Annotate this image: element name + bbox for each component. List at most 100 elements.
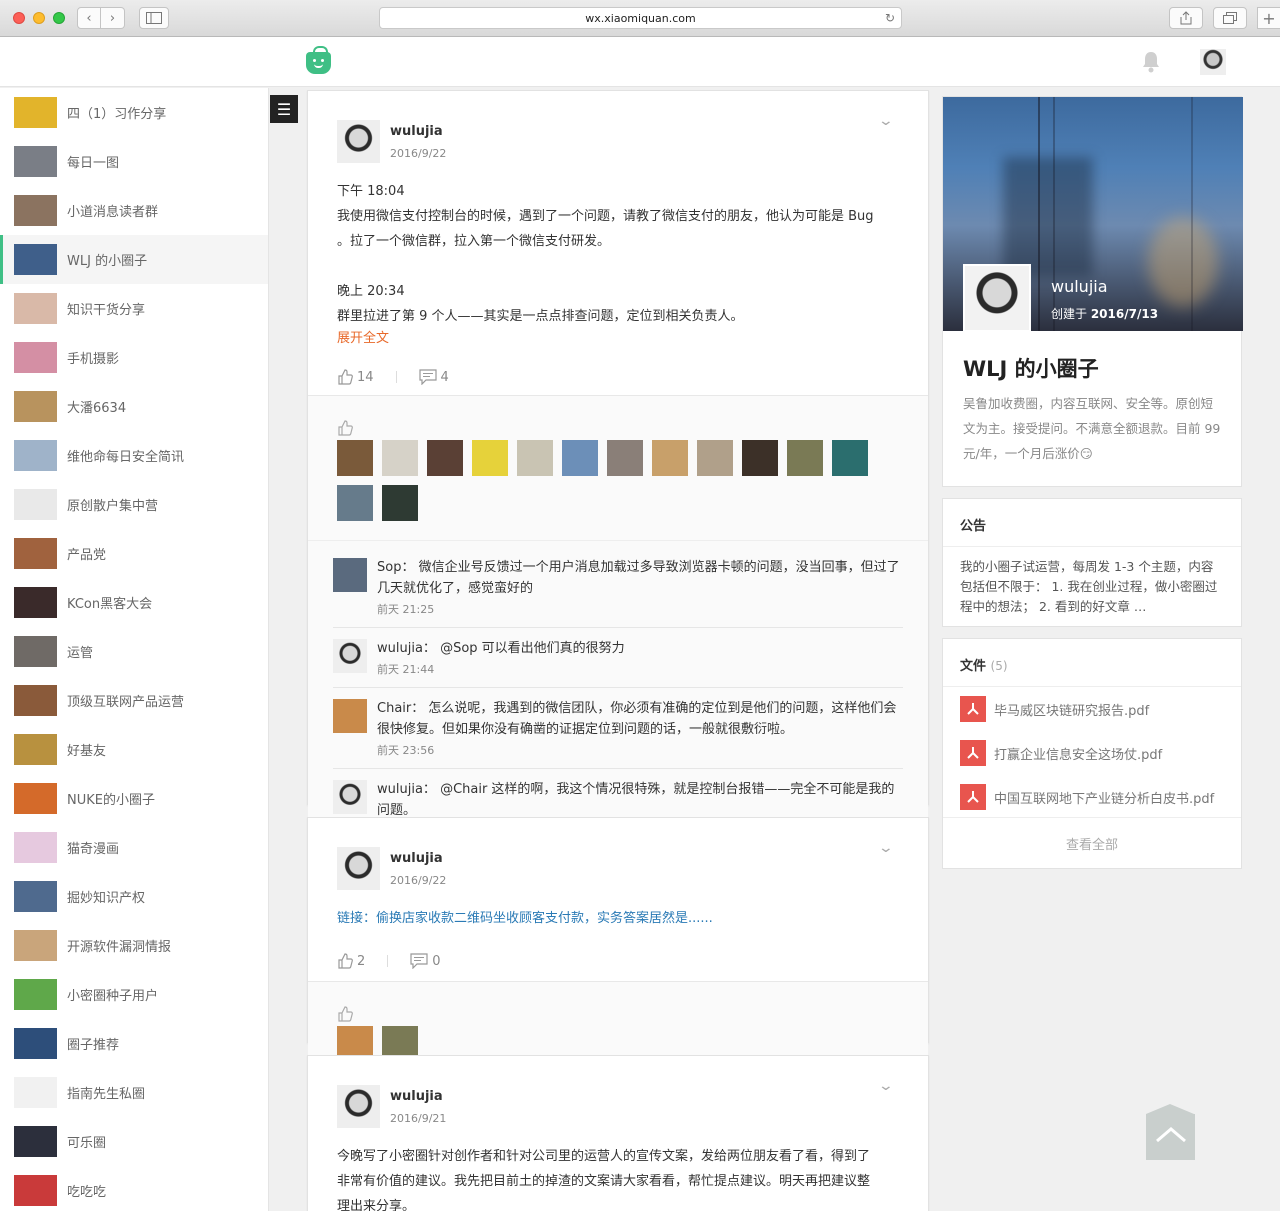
- owner-name[interactable]: wulujia: [1051, 277, 1108, 296]
- bell-icon[interactable]: [1140, 50, 1162, 74]
- file-item[interactable]: 打赢企业信息安全这场仗.pdf: [943, 731, 1241, 775]
- sidebar-item-label: 原创散户集中营: [67, 499, 159, 514]
- user-avatar[interactable]: [1200, 49, 1226, 75]
- new-tab-button[interactable]: +: [1257, 7, 1280, 29]
- comment-time: 前天 23:56: [377, 744, 435, 757]
- sidebar-item[interactable]: 小密圈种子用户: [0, 970, 268, 1019]
- group-profile-card: wulujia 创建于 2016/7/13 WLJ 的小圈子 吴鲁加收费圈，内容…: [942, 96, 1243, 487]
- sidebar-item[interactable]: 维他命每日安全简讯: [0, 431, 268, 480]
- sidebar-item[interactable]: 掘妙知识产权: [0, 872, 268, 921]
- sidebar-item[interactable]: 产品党: [0, 529, 268, 578]
- sidebar-item[interactable]: 开源软件漏洞情报: [0, 921, 268, 970]
- post-header: wulujia 2016/9/21 ⌄: [308, 1056, 928, 1136]
- group-thumbnail: [14, 538, 57, 569]
- notice-text[interactable]: 我的小圈子试运营，每周发 1-3 个主题，内容包括但不限于： 1. 我在创业过程…: [943, 547, 1241, 615]
- group-thumbnail: [14, 146, 57, 177]
- file-item[interactable]: 毕马威区块链研究报告.pdf: [943, 687, 1241, 731]
- liker-avatar[interactable]: [652, 440, 688, 476]
- commenter-avatar[interactable]: [333, 780, 367, 814]
- comment-button[interactable]: 4: [418, 369, 449, 385]
- address-bar[interactable]: wx.xiaomiquan.com ↻: [379, 7, 902, 29]
- comment-button[interactable]: 0: [410, 953, 441, 969]
- sidebar-toggle-button[interactable]: [139, 7, 169, 29]
- commenter-avatar[interactable]: [333, 639, 367, 673]
- liker-avatar[interactable]: [517, 440, 553, 476]
- sidebar-item[interactable]: 手机摄影: [0, 333, 268, 382]
- like-button[interactable]: 14: [337, 369, 374, 385]
- comment-body: 怎么说呢，我遇到的微信团队，你必须有准确的定位到是他们的问题，这样他们会很快修复…: [377, 701, 897, 737]
- post-line: 下午 18:04: [337, 184, 405, 199]
- sidebar-item[interactable]: 四（1）习作分享: [0, 88, 268, 137]
- show-tabs-button[interactable]: [1213, 7, 1247, 29]
- liker-avatar[interactable]: [382, 485, 418, 521]
- sidebar-item[interactable]: 顶级互联网产品运营: [0, 676, 268, 725]
- commenter-name[interactable]: wulujia: [377, 782, 423, 797]
- post-author[interactable]: wulujia: [390, 124, 443, 139]
- sidebar-item-label: KCon黑客大会: [67, 597, 153, 612]
- expand-full-text-link[interactable]: 展开全文: [337, 329, 899, 349]
- logo-icon[interactable]: [306, 46, 331, 74]
- post-card: wulujia 2016/9/22 ⌄ 链接：偷换店家收款二维码坐收顾客支付款，…: [307, 817, 929, 1081]
- close-window-button[interactable]: [13, 12, 25, 24]
- post-header: wulujia 2016/9/22 ⌄: [308, 818, 928, 898]
- group-thumbnail: [14, 1077, 57, 1108]
- sidebar-item[interactable]: 吃吃吃: [0, 1166, 268, 1211]
- liker-avatar[interactable]: [607, 440, 643, 476]
- post-line: 理出来分享。: [337, 1199, 416, 1211]
- sidebar-item[interactable]: 可乐圈: [0, 1117, 268, 1166]
- chevron-down-icon[interactable]: ⌄: [878, 840, 894, 856]
- liker-avatar[interactable]: [832, 440, 868, 476]
- sidebar-item[interactable]: 知识干货分享: [0, 284, 268, 333]
- zoom-window-button[interactable]: [53, 12, 65, 24]
- post-author[interactable]: wulujia: [390, 851, 443, 866]
- reload-icon[interactable]: ↻: [885, 11, 895, 25]
- commenter-name[interactable]: wulujia: [377, 641, 423, 656]
- shared-link[interactable]: 链接：偷换店家收款二维码坐收顾客支付款，实务答案居然是......: [337, 906, 899, 931]
- sidebar-item[interactable]: KCon黑客大会: [0, 578, 268, 627]
- file-item[interactable]: 中国互联网地下产业链分析白皮书.pdf: [943, 775, 1241, 819]
- author-avatar[interactable]: [337, 120, 380, 163]
- liker-avatar[interactable]: [472, 440, 508, 476]
- author-avatar[interactable]: [337, 847, 380, 890]
- sidebar-item[interactable]: 指南先生私圈: [0, 1068, 268, 1117]
- liker-avatar[interactable]: [562, 440, 598, 476]
- chevron-down-icon[interactable]: ⌄: [878, 1078, 894, 1094]
- sidebar-item[interactable]: NUKE的小圈子: [0, 774, 268, 823]
- sidebar-item[interactable]: 原创散户集中营: [0, 480, 268, 529]
- comments-section: Sop： 微信企业号反馈过一个用户消息加载过多导致浏览器卡顿的问题，没当回事，但…: [308, 540, 928, 849]
- owner-avatar[interactable]: [963, 264, 1031, 331]
- share-button[interactable]: [1169, 7, 1203, 29]
- post-author[interactable]: wulujia: [390, 1089, 443, 1104]
- comment-text: wulujia： @Sop 可以看出他们真的很努力: [377, 641, 625, 656]
- liker-avatar[interactable]: [787, 440, 823, 476]
- liker-avatar[interactable]: [427, 440, 463, 476]
- menu-icon[interactable]: ☰: [270, 95, 298, 123]
- liker-avatar[interactable]: [337, 440, 373, 476]
- liker-avatar[interactable]: [697, 440, 733, 476]
- sidebar-item[interactable]: 猫奇漫画: [0, 823, 268, 872]
- sidebar-item[interactable]: 运管: [0, 627, 268, 676]
- commenter-name[interactable]: Sop: [377, 560, 401, 575]
- view-all-files-link[interactable]: 查看全部: [943, 817, 1241, 868]
- author-avatar[interactable]: [337, 1085, 380, 1128]
- liker-avatar[interactable]: [382, 440, 418, 476]
- commenter-avatar[interactable]: [333, 558, 367, 592]
- minimize-window-button[interactable]: [33, 12, 45, 24]
- like-button[interactable]: 2: [337, 953, 365, 969]
- forward-button[interactable]: ›: [101, 7, 125, 29]
- sidebar-item[interactable]: WLJ 的小圈子: [0, 235, 268, 284]
- commenter-avatar[interactable]: [333, 699, 367, 733]
- back-to-top-button[interactable]: [1146, 1104, 1195, 1160]
- commenter-name[interactable]: Chair: [377, 701, 411, 716]
- sidebar-item[interactable]: 好基友: [0, 725, 268, 774]
- back-button[interactable]: ‹: [77, 7, 101, 29]
- sidebar-item[interactable]: 圈子推荐: [0, 1019, 268, 1068]
- chevron-down-icon[interactable]: ⌄: [878, 113, 894, 129]
- liker-avatar[interactable]: [337, 485, 373, 521]
- sidebar-item[interactable]: 小道消息读者群: [0, 186, 268, 235]
- comment-text: Chair： 怎么说呢，我遇到的微信团队，你必须有准确的定位到是他们的问题，这样…: [377, 701, 897, 737]
- share-icon: [1180, 11, 1192, 25]
- liker-avatar[interactable]: [742, 440, 778, 476]
- sidebar-item[interactable]: 大潘6634: [0, 382, 268, 431]
- sidebar-item[interactable]: 每日一图: [0, 137, 268, 186]
